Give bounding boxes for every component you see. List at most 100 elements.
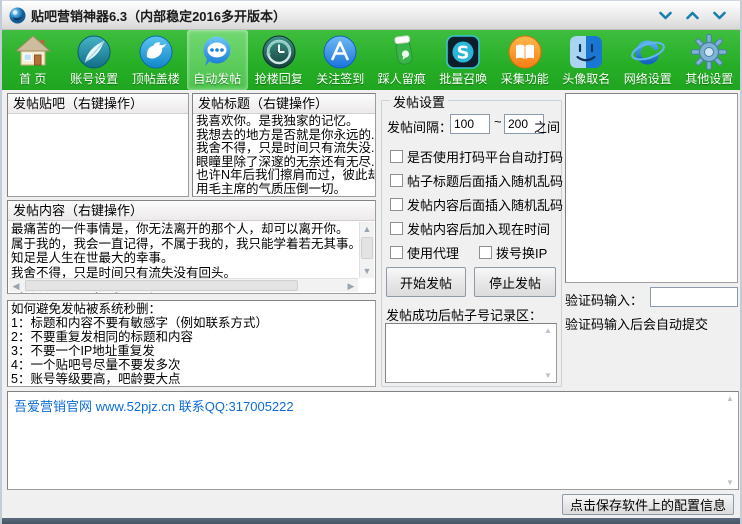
toolbar-item-batch-summon[interactable]: S 批量召唤 [433, 30, 495, 90]
tips-line: 1：标题和内容不要有敏感字（例如联系方式） [11, 316, 372, 330]
finder-icon [566, 32, 606, 72]
checkbox-icon[interactable] [390, 246, 403, 259]
checkbox-content-random[interactable]: 发帖内容后面插入随机乱码 [390, 195, 563, 214]
window-controls [656, 1, 728, 30]
toolbar-item-step-trace[interactable]: 踩人留痕 [371, 30, 433, 90]
record-scrollbar[interactable]: ▲▼ [542, 326, 554, 380]
title-listbox[interactable]: 发帖标题（右键操作） 我喜欢你。是我独家的记忆。 我想去的地方是否就是你永远的.… [192, 93, 376, 197]
clock-icon [259, 32, 299, 72]
toolbar-item-network-settings[interactable]: 网络设置 [617, 30, 679, 90]
content-textarea[interactable]: 发帖内容（右键操作） 最痛苦的一件事情是，你无法离开的那个人，却可以离开你。 属… [7, 200, 376, 294]
stop-post-button[interactable]: 停止发帖 [474, 267, 556, 297]
tips-line: 5：账号等级要高，吧龄要大点 [11, 372, 372, 386]
checkbox-label: 发帖内容后加入现在时间 [407, 219, 550, 238]
content-line: 属于我的，我会一直记得，不属于我的，我只能学着若无其事。 [11, 237, 357, 252]
checkbox-dial-ip[interactable]: 拨号换IP [479, 243, 547, 262]
content-line: 知足是人生在世最大的幸事。 [11, 251, 357, 266]
toolbar-item-label: 抢楼回复 [255, 72, 303, 86]
tips-line: 2：不要重复发相同的标题和内容 [11, 330, 372, 344]
book-icon [505, 32, 545, 72]
svg-text:S: S [457, 43, 470, 64]
captcha-image-box [565, 93, 738, 283]
app-window: 贴吧营销神器6.3（内部稳定2016多开版本） [0, 0, 742, 524]
content-vertical-scrollbar[interactable]: ▲ ▼ [359, 222, 374, 278]
list-item[interactable]: 我想去的地方是否就是你永远的... [196, 129, 373, 143]
list-item[interactable]: 我喜欢你。是我独家的记忆。 [196, 115, 373, 129]
scrollbar-thumb[interactable] [25, 280, 298, 291]
toolbar-item-floor-reply[interactable]: 抢楼回复 [248, 30, 310, 90]
toolbar-item-label: 踩人留痕 [378, 72, 426, 86]
captcha-input-label: 验证码输入： [565, 290, 643, 309]
tieba-listbox[interactable]: 发帖贴吧（右键操作） [7, 93, 189, 197]
gear-icon [689, 32, 729, 72]
toolbar-item-top-post[interactable]: 顶帖盖楼 [125, 30, 187, 90]
toolbar-item-home[interactable]: 首 页 [2, 30, 64, 90]
list-item[interactable]: 眼瞳里除了深邃的无奈还有无尽... [196, 156, 373, 170]
captcha-input[interactable] [650, 287, 738, 307]
toolbar-item-auto-post[interactable]: 自动发帖 [187, 30, 249, 90]
start-post-button[interactable]: 开始发帖 [386, 267, 466, 297]
tips-line: 4：一个贴吧号尽量不要发多次 [11, 358, 372, 372]
checkbox-auto-captcha[interactable]: 是否使用打码平台自动打码 [390, 147, 563, 166]
title-bar: 贴吧营销神器6.3（内部稳定2016多开版本） [2, 1, 740, 30]
save-config-button[interactable]: 点击保存软件上的配置信息 [562, 494, 734, 515]
checkbox-icon[interactable] [390, 198, 403, 211]
stocking-icon [382, 32, 422, 72]
checkbox-label: 使用代理 [407, 243, 459, 262]
content-horizontal-scrollbar[interactable]: ◀ ▶ [9, 278, 358, 292]
title-list-items: 我喜欢你。是我独家的记忆。 我想去的地方是否就是你永远的... 我舍不得，只是时… [193, 114, 375, 196]
post-settings-title: 发帖设置 [390, 92, 448, 111]
app-icon [9, 7, 26, 24]
toolbar-item-follow-signin[interactable]: 关注签到 [310, 30, 372, 90]
interval-suffix: 之间 [534, 117, 560, 136]
checkbox-label: 发帖内容后面插入随机乱码 [407, 195, 563, 214]
checkbox-use-proxy[interactable]: 使用代理 [390, 243, 459, 262]
title-list-header: 发帖标题（右键操作） [193, 94, 375, 114]
checkbox-icon[interactable] [390, 150, 403, 163]
checkbox-icon[interactable] [390, 222, 403, 235]
post-settings-group: 发帖设置 发帖间隔： ~ 之间 是否使用打码平台自动打码 帖子标题后面插入随机乱… [381, 100, 562, 387]
list-item[interactable]: 也许N年后我们擦肩而过，彼此却... [196, 169, 373, 183]
post-id-record-area[interactable]: ▲▼ [385, 323, 557, 383]
chat-bubble-icon [197, 32, 237, 72]
toolbar-item-other-settings[interactable]: 其他设置 [679, 30, 741, 90]
toolbar-item-label: 顶帖盖楼 [132, 72, 180, 86]
toolbar-item-label: 自动发帖 [193, 72, 241, 86]
toolbar-item-label: 网络设置 [624, 72, 672, 86]
interval-min-input[interactable] [450, 114, 490, 134]
captcha-hint: 验证码输入后会自动提交 [565, 314, 708, 333]
toolbar-item-label: 批量召唤 [439, 72, 487, 86]
home-icon [13, 32, 53, 72]
maximize-button[interactable] [683, 8, 701, 24]
toolbar-item-label: 头像取名 [562, 72, 610, 86]
toolbar-item-label: 账号设置 [70, 72, 118, 86]
checkbox-content-time[interactable]: 发帖内容后加入现在时间 [390, 219, 550, 238]
feather-icon [74, 32, 114, 72]
toolbar-item-collect[interactable]: 采集功能 [494, 30, 556, 90]
scroll-left-icon[interactable]: ◀ [9, 279, 23, 293]
scroll-right-icon[interactable]: ▶ [344, 279, 358, 293]
checkbox-icon[interactable] [479, 246, 492, 259]
scroll-down-icon[interactable]: ▼ [360, 264, 374, 278]
toolbar-item-avatar-name[interactable]: 头像取名 [556, 30, 618, 90]
tieba-list-header: 发帖贴吧（右键操作） [8, 94, 188, 114]
close-button[interactable] [710, 8, 728, 24]
checkbox-label: 是否使用打码平台自动打码 [407, 147, 563, 166]
toolbar-item-account-settings[interactable]: 账号设置 [64, 30, 126, 90]
window-bottom-border [2, 518, 740, 524]
scroll-up-icon[interactable]: ▲ [360, 222, 374, 236]
content-line: 最痛苦的一件事情是，你无法离开的那个人，却可以离开你。 [11, 222, 357, 237]
list-item[interactable]: 用毛主席的气质压倒一切。 [196, 183, 373, 197]
appstore-icon [320, 32, 360, 72]
bottom-bar: 点击保存软件上的配置信息 [2, 490, 740, 518]
log-link-text[interactable]: 吾爱营销官网 www.52pjz.cn 联系QQ:317005222 [8, 392, 738, 419]
log-area[interactable]: 吾爱营销官网 www.52pjz.cn 联系QQ:317005222 ▲▼ [7, 391, 739, 490]
checkbox-title-random[interactable]: 帖子标题后面插入随机乱码 [390, 171, 563, 190]
tips-line: 3：不要一个IP地址重复发 [11, 344, 372, 358]
scrollbar-thumb[interactable] [361, 237, 373, 259]
ie-icon [628, 32, 668, 72]
log-scrollbar[interactable]: ▲▼ [724, 394, 736, 487]
list-item[interactable]: 我舍不得，只是时间只有流失没... [196, 142, 373, 156]
checkbox-icon[interactable] [390, 174, 403, 187]
minimize-button[interactable] [656, 8, 674, 24]
